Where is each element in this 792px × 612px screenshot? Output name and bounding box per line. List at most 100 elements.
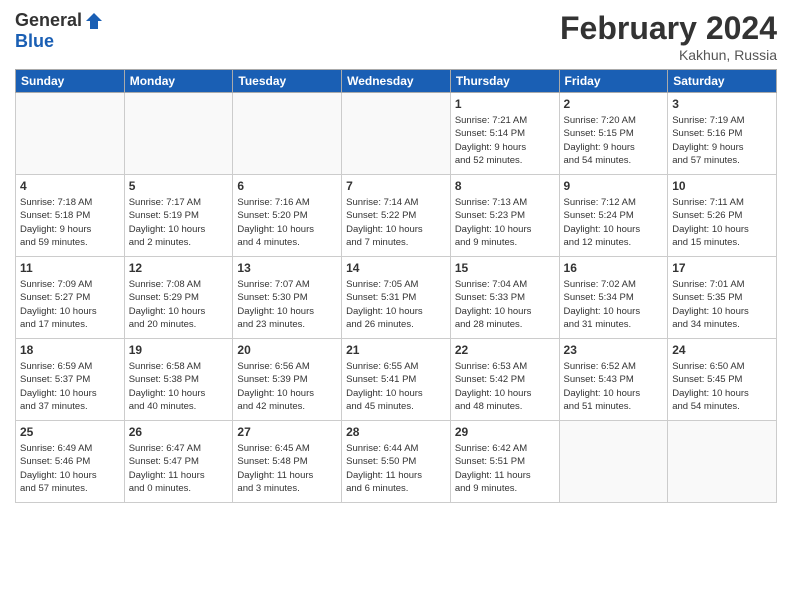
header-friday: Friday [559, 70, 668, 93]
day-number: 7 [346, 178, 446, 194]
table-row: 28 Sunrise: 6:44 AM Sunset: 5:50 PM Dayli… [342, 421, 451, 503]
table-row [342, 93, 451, 175]
header-tuesday: Tuesday [233, 70, 342, 93]
day-info: Sunrise: 7:09 AM Sunset: 5:27 PM Dayligh… [20, 278, 120, 331]
day-number: 13 [237, 260, 337, 276]
table-row [16, 93, 125, 175]
table-row: 14Sunrise: 7:05 AM Sunset: 5:31 PM Dayli… [342, 257, 451, 339]
table-row: 23Sunrise: 6:52 AM Sunset: 5:43 PM Dayli… [559, 339, 668, 421]
day-info: Sunrise: 6:58 AM Sunset: 5:38 PM Dayligh… [129, 360, 229, 413]
day-info: Sunrise: 7:19 AM Sunset: 5:16 PM Dayligh… [672, 114, 772, 167]
day-number: 11 [20, 260, 120, 276]
day-info: Sunrise: 7:18 AM Sunset: 5:18 PM Dayligh… [20, 196, 120, 249]
header-wednesday: Wednesday [342, 70, 451, 93]
day-info: Sunrise: 7:11 AM Sunset: 5:26 PM Dayligh… [672, 196, 772, 249]
day-number: 20 [237, 342, 337, 358]
table-row: 18 Sunrise: 6:59 AM Sunset: 5:37 PM Dayli… [16, 339, 125, 421]
day-info: Sunrise: 6:44 AM Sunset: 5:50 PM Dayligh… [346, 442, 446, 495]
logo-general-text: General [15, 10, 82, 31]
calendar: Sunday Monday Tuesday Wednesday Thursday… [15, 69, 777, 503]
day-number: 15 [455, 260, 555, 276]
table-row: 8 Sunrise: 7:13 AM Sunset: 5:23 PM Daylig… [450, 175, 559, 257]
day-info: Sunrise: 7:16 AM Sunset: 5:20 PM Dayligh… [237, 196, 337, 249]
header-sunday: Sunday [16, 70, 125, 93]
day-number: 3 [672, 96, 772, 112]
header-saturday: Saturday [668, 70, 777, 93]
table-row: 12Sunrise: 7:08 AM Sunset: 5:29 PM Dayli… [124, 257, 233, 339]
day-number: 2 [564, 96, 664, 112]
day-number: 21 [346, 342, 446, 358]
day-number: 14 [346, 260, 446, 276]
day-number: 9 [564, 178, 664, 194]
day-number: 1 [455, 96, 555, 112]
table-row: 29 Sunrise: 6:42 AM Sunset: 5:51 PM Dayli… [450, 421, 559, 503]
table-row: 27 Sunrise: 6:45 AM Sunset: 5:48 PM Dayli… [233, 421, 342, 503]
calendar-week-row: 1 Sunrise: 7:21 AM Sunset: 5:14 PM Daylig… [16, 93, 777, 175]
day-number: 6 [237, 178, 337, 194]
table-row: 7 Sunrise: 7:14 AM Sunset: 5:22 PM Daylig… [342, 175, 451, 257]
table-row: 20Sunrise: 6:56 AM Sunset: 5:39 PM Dayli… [233, 339, 342, 421]
calendar-week-row: 25Sunrise: 6:49 AM Sunset: 5:46 PM Dayli… [16, 421, 777, 503]
calendar-week-row: 11 Sunrise: 7:09 AM Sunset: 5:27 PM Dayli… [16, 257, 777, 339]
calendar-week-row: 18 Sunrise: 6:59 AM Sunset: 5:37 PM Dayli… [16, 339, 777, 421]
day-number: 17 [672, 260, 772, 276]
day-info: Sunrise: 6:59 AM Sunset: 5:37 PM Dayligh… [20, 360, 120, 413]
title-block: February 2024 Kakhun, Russia [560, 10, 777, 63]
day-info: Sunrise: 6:53 AM Sunset: 5:42 PM Dayligh… [455, 360, 555, 413]
table-row [233, 93, 342, 175]
day-number: 26 [129, 424, 229, 440]
table-row: 22 Sunrise: 6:53 AM Sunset: 5:42 PM Dayli… [450, 339, 559, 421]
table-row: 24Sunrise: 6:50 AM Sunset: 5:45 PM Dayli… [668, 339, 777, 421]
table-row: 5 Sunrise: 7:17 AM Sunset: 5:19 PM Daylig… [124, 175, 233, 257]
day-number: 27 [237, 424, 337, 440]
day-info: Sunrise: 6:42 AM Sunset: 5:51 PM Dayligh… [455, 442, 555, 495]
day-info: Sunrise: 6:55 AM Sunset: 5:41 PM Dayligh… [346, 360, 446, 413]
logo-icon [84, 11, 104, 31]
day-info: Sunrise: 7:12 AM Sunset: 5:24 PM Dayligh… [564, 196, 664, 249]
month-title: February 2024 [560, 10, 777, 47]
day-number: 28 [346, 424, 446, 440]
day-info: Sunrise: 7:13 AM Sunset: 5:23 PM Dayligh… [455, 196, 555, 249]
day-info: Sunrise: 7:14 AM Sunset: 5:22 PM Dayligh… [346, 196, 446, 249]
table-row: 16 Sunrise: 7:02 AM Sunset: 5:34 PM Dayli… [559, 257, 668, 339]
header-monday: Monday [124, 70, 233, 93]
table-row: 25Sunrise: 6:49 AM Sunset: 5:46 PM Dayli… [16, 421, 125, 503]
day-number: 29 [455, 424, 555, 440]
logo: General Blue [15, 10, 104, 52]
table-row: 21 Sunrise: 6:55 AM Sunset: 5:41 PM Dayli… [342, 339, 451, 421]
day-number: 8 [455, 178, 555, 194]
table-row: 19 Sunrise: 6:58 AM Sunset: 5:38 PM Dayli… [124, 339, 233, 421]
day-info: Sunrise: 7:01 AM Sunset: 5:35 PM Dayligh… [672, 278, 772, 331]
day-number: 5 [129, 178, 229, 194]
day-info: Sunrise: 6:50 AM Sunset: 5:45 PM Dayligh… [672, 360, 772, 413]
calendar-header-row: Sunday Monday Tuesday Wednesday Thursday… [16, 70, 777, 93]
table-row: 17 Sunrise: 7:01 AM Sunset: 5:35 PM Dayli… [668, 257, 777, 339]
table-row: 1 Sunrise: 7:21 AM Sunset: 5:14 PM Daylig… [450, 93, 559, 175]
day-info: Sunrise: 7:17 AM Sunset: 5:19 PM Dayligh… [129, 196, 229, 249]
day-number: 10 [672, 178, 772, 194]
day-info: Sunrise: 7:02 AM Sunset: 5:34 PM Dayligh… [564, 278, 664, 331]
table-row: 15 Sunrise: 7:04 AM Sunset: 5:33 PM Dayli… [450, 257, 559, 339]
table-row [124, 93, 233, 175]
day-number: 18 [20, 342, 120, 358]
table-row: 6 Sunrise: 7:16 AM Sunset: 5:20 PM Daylig… [233, 175, 342, 257]
table-row [668, 421, 777, 503]
day-number: 4 [20, 178, 120, 194]
logo-blue-text: Blue [15, 31, 54, 52]
day-info: Sunrise: 7:07 AM Sunset: 5:30 PM Dayligh… [237, 278, 337, 331]
day-number: 22 [455, 342, 555, 358]
table-row: 4 Sunrise: 7:18 AM Sunset: 5:18 PM Daylig… [16, 175, 125, 257]
day-number: 16 [564, 260, 664, 276]
day-info: Sunrise: 6:45 AM Sunset: 5:48 PM Dayligh… [237, 442, 337, 495]
table-row: 26 Sunrise: 6:47 AM Sunset: 5:47 PM Dayli… [124, 421, 233, 503]
day-number: 19 [129, 342, 229, 358]
table-row: 11 Sunrise: 7:09 AM Sunset: 5:27 PM Dayli… [16, 257, 125, 339]
day-info: Sunrise: 7:21 AM Sunset: 5:14 PM Dayligh… [455, 114, 555, 167]
table-row: 2Sunrise: 7:20 AM Sunset: 5:15 PM Daylig… [559, 93, 668, 175]
day-info: Sunrise: 6:47 AM Sunset: 5:47 PM Dayligh… [129, 442, 229, 495]
header: General Blue February 2024 Kakhun, Russi… [15, 10, 777, 63]
day-info: Sunrise: 7:08 AM Sunset: 5:29 PM Dayligh… [129, 278, 229, 331]
day-info: Sunrise: 7:04 AM Sunset: 5:33 PM Dayligh… [455, 278, 555, 331]
table-row: 10 Sunrise: 7:11 AM Sunset: 5:26 PM Dayli… [668, 175, 777, 257]
table-row: 3 Sunrise: 7:19 AM Sunset: 5:16 PM Daylig… [668, 93, 777, 175]
